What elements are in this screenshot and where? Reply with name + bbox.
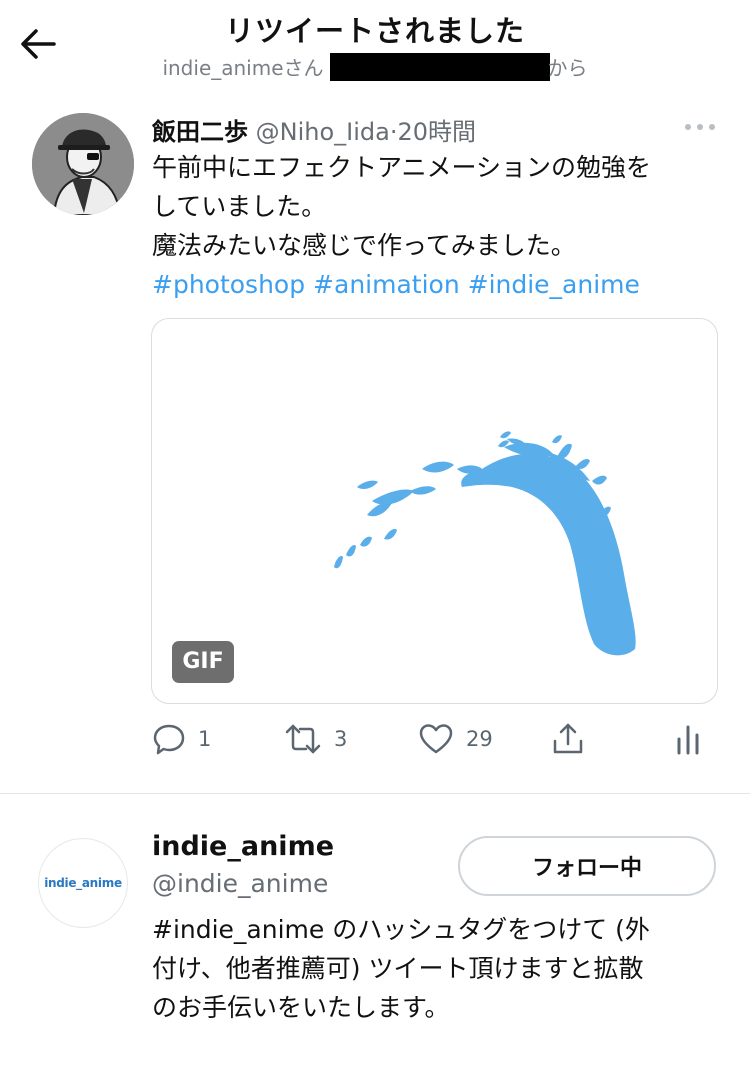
profile-bio-line: 付け、他者推薦可) ツイート頂けますと拡散 <box>152 954 644 983</box>
profile-bio-line: のお手伝いをいたします。 <box>152 993 450 1022</box>
retweet-count: 3 <box>334 727 348 751</box>
like-button[interactable]: 29 <box>418 719 493 759</box>
retweet-icon <box>285 724 321 754</box>
retweet-source: indie_animeさん から <box>0 52 750 81</box>
author-handle[interactable]: @Niho_Iida <box>256 118 390 146</box>
redaction-bar <box>329 53 550 81</box>
reply-button[interactable]: 1 <box>152 719 211 759</box>
like-icon <box>419 724 453 754</box>
more-options-button[interactable] <box>682 116 718 138</box>
profile-avatar-logo: indie_anime <box>44 876 122 890</box>
tweet-time[interactable]: 20時間 <box>397 118 476 146</box>
page-title: リツイートされました <box>224 14 525 48</box>
more-icon <box>685 124 715 130</box>
profile-bio-line: #indie_anime のハッシュタグをつけて (外 <box>152 915 650 944</box>
profile-handle[interactable]: @indie_anime <box>152 869 328 898</box>
retweet-source-suffix: から <box>547 56 588 80</box>
profile-avatar[interactable]: indie_anime <box>38 838 128 928</box>
tweet-media[interactable]: GIF <box>151 318 718 704</box>
tweet-header: 飯田二歩 @Niho_Iida·20時間 <box>152 112 476 147</box>
author-avatar-illustration <box>32 113 134 215</box>
reply-icon <box>153 724 185 755</box>
hashtag-link[interactable]: #indie_anime <box>468 270 640 299</box>
following-button[interactable]: フォロー中 <box>458 836 716 896</box>
retweet-button[interactable]: 3 <box>284 719 347 759</box>
share-icon <box>553 723 583 754</box>
tweet-text: 午前中にエフェクトアニメーションの勉強を していました。魔法みたいな感じで作ってみ… <box>152 148 727 304</box>
hashtag-link[interactable]: #photoshop <box>152 270 305 299</box>
section-divider <box>0 793 750 794</box>
share-button[interactable] <box>550 719 586 759</box>
gif-badge: GIF <box>172 641 234 683</box>
tweet-hashtags: #photoshop #animation #indie_anime <box>152 265 727 304</box>
analytics-button[interactable] <box>674 719 702 759</box>
tweet-text-line: 午前中にエフェクトアニメーションの勉強を <box>152 153 652 182</box>
retweet-source-prefix: indie_animeさん <box>162 56 324 80</box>
author-name[interactable]: 飯田二歩 <box>152 118 248 146</box>
hashtag-link[interactable]: #animation <box>313 270 460 299</box>
author-avatar[interactable] <box>32 113 134 215</box>
analytics-icon <box>677 725 699 755</box>
profile-bio: #indie_anime のハッシュタグをつけて (外 付け、他者推薦可) ツイ… <box>152 910 727 1027</box>
profile-name[interactable]: indie_anime <box>152 831 334 862</box>
tweet-text-line: していました。 <box>152 192 327 221</box>
tweet-text-line: 魔法みたいな感じで作ってみました。 <box>152 231 576 260</box>
like-count: 29 <box>466 727 493 751</box>
reply-count: 1 <box>198 727 212 751</box>
splash-animation-frame <box>334 431 636 656</box>
